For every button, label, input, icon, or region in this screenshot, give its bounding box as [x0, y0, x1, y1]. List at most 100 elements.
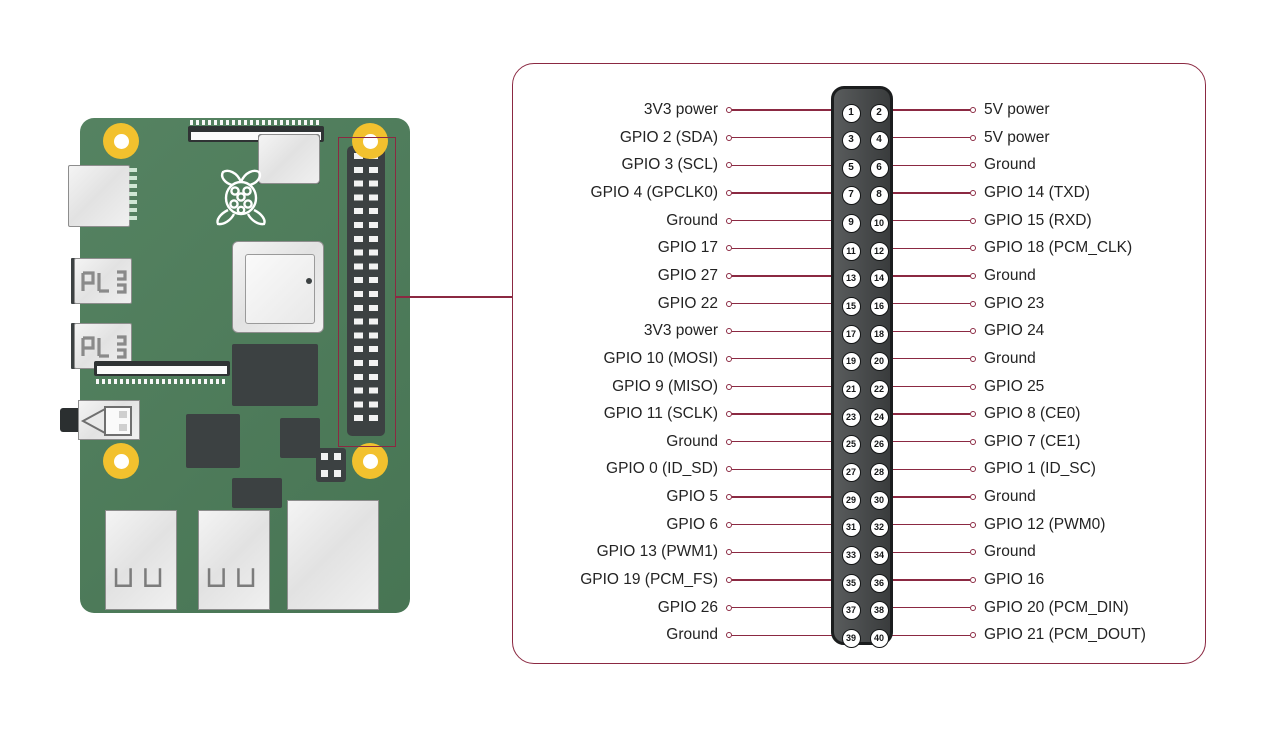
leader-line [732, 330, 832, 332]
pin-number-4[interactable]: 4 [869, 131, 889, 151]
pin-label-row-left: 3V3 power [512, 99, 832, 121]
pin-label-row-left: GPIO 11 (SCLK) [512, 403, 832, 425]
pin-label-row-left: GPIO 17 [512, 237, 832, 259]
pin-number-31[interactable]: 31 [841, 518, 861, 538]
pin-label-row-left: 3V3 power [512, 320, 832, 342]
pin-pair: 9 10 [834, 214, 896, 236]
pin-number-19[interactable]: 19 [841, 352, 861, 372]
pin-number-36[interactable]: 36 [869, 573, 889, 593]
pin-label-1: 3V3 power [643, 101, 718, 118]
leader-line [732, 247, 832, 249]
pin-label-row-right: 5V power [892, 99, 1212, 121]
pin-number-34[interactable]: 34 [869, 545, 889, 565]
pin-label-row-right: Ground [892, 541, 1212, 563]
pin-label-22: GPIO 25 [984, 377, 1045, 395]
pin-number-24[interactable]: 24 [869, 407, 889, 427]
pin-label-row-right: Ground [892, 486, 1212, 508]
pin-label-28: GPIO 1 (ID_SC) [984, 460, 1096, 478]
pin-label-row-right: GPIO 12 (PWM0) [892, 514, 1212, 536]
leader-dot [970, 300, 976, 307]
usb-port-pair-2: ⊔⊔ [198, 510, 270, 610]
pin-label-27: GPIO 0 (ID_SD) [606, 460, 718, 478]
pin-number-6[interactable]: 6 [869, 158, 889, 178]
display-connector-dots [96, 379, 228, 384]
pin-pair: 29 30 [834, 490, 896, 513]
pin-label-16: GPIO 23 [984, 294, 1045, 312]
pin-number-30[interactable]: 30 [869, 490, 889, 510]
leader-line [892, 275, 970, 277]
pin-number-40[interactable]: 40 [869, 628, 889, 648]
pin-number-27[interactable]: 27 [841, 462, 861, 482]
pin-number-7[interactable]: 7 [841, 186, 861, 206]
pin-number-26[interactable]: 26 [869, 435, 889, 455]
pin-label-row-right: Ground [892, 265, 1212, 287]
pin-label-25: Ground [666, 432, 718, 450]
leader-line [892, 385, 970, 388]
pin-number-21[interactable]: 21 [841, 380, 861, 399]
pin-number-14[interactable]: 14 [869, 269, 889, 289]
pin-number-39[interactable]: 39 [841, 628, 861, 648]
leader-dot [970, 134, 976, 141]
pin-number-12[interactable]: 12 [869, 241, 889, 261]
leader-line [892, 358, 970, 360]
leader-dot [970, 272, 976, 279]
pin-number-10[interactable]: 10 [869, 214, 889, 234]
pin-number-20[interactable]: 20 [869, 352, 889, 372]
pin-label-row-right: GPIO 25 [892, 376, 1212, 398]
leader-line [892, 496, 970, 498]
pin-label-row-right: GPIO 15 (RXD) [892, 210, 1212, 232]
pin-number-9[interactable]: 9 [841, 214, 861, 234]
pin-label-34: Ground [984, 543, 1036, 561]
pin-number-33[interactable]: 33 [841, 545, 861, 565]
chip-medium-left [186, 414, 240, 468]
pin-label-row-right: GPIO 20 (PCM_DIN) [892, 597, 1212, 619]
pin-number-38[interactable]: 38 [869, 601, 889, 621]
leader-line [732, 164, 832, 166]
leader-line [732, 551, 832, 554]
pin-label-23: GPIO 11 (SCLK) [603, 405, 718, 423]
pin-label-row-left: GPIO 4 (GPCLK0) [512, 182, 832, 204]
usb-glyph-icon-1: ⊔⊔ [111, 561, 171, 594]
pin-number-32[interactable]: 32 [869, 518, 889, 538]
pin-number-18[interactable]: 18 [869, 324, 889, 344]
pin-pair: 15 16 [834, 297, 896, 319]
pin-number-23[interactable]: 23 [841, 407, 861, 427]
leader-line [892, 219, 970, 222]
pin-number-2[interactable]: 2 [869, 103, 889, 123]
pin-label-row-left: Ground [512, 431, 832, 453]
pin-number-11[interactable]: 11 [841, 241, 861, 261]
pin-label-row-right: GPIO 14 (TXD) [892, 182, 1212, 204]
leader-line [732, 579, 832, 581]
pin-label-row-left: GPIO 19 (PCM_FS) [512, 569, 832, 591]
soc-chip [232, 241, 324, 333]
pin-number-25[interactable]: 25 [841, 435, 861, 455]
pin-number-15[interactable]: 15 [841, 297, 861, 317]
pin-number-35[interactable]: 35 [841, 573, 861, 593]
pin-pair: 33 34 [834, 545, 896, 568]
pin-label-row-left: GPIO 22 [512, 293, 832, 315]
pin-number-29[interactable]: 29 [841, 490, 861, 510]
pin-number-3[interactable]: 3 [841, 131, 861, 151]
pin-number-8[interactable]: 8 [869, 186, 889, 206]
pin-number-1[interactable]: 1 [841, 103, 861, 123]
leader-line [892, 109, 970, 111]
pin-number-16[interactable]: 16 [869, 297, 889, 317]
chip-small [232, 478, 282, 508]
pin-label-21: GPIO 9 (MISO) [612, 377, 718, 395]
pin-pair: 25 26 [834, 435, 896, 457]
pin-label-29: GPIO 5 [666, 488, 718, 506]
pin-pair: 11 12 [834, 241, 896, 264]
pin-number-17[interactable]: 17 [841, 324, 861, 344]
leader-dot [970, 245, 976, 252]
leader-dot [970, 549, 976, 556]
leader-dot [970, 494, 976, 501]
pin-number-13[interactable]: 13 [841, 269, 861, 289]
pin-number-37[interactable]: 37 [841, 601, 861, 621]
pin-number-22[interactable]: 22 [869, 380, 889, 399]
leader-line [732, 413, 832, 415]
pin-number-28[interactable]: 28 [869, 462, 889, 482]
audio-jack-glyph-icon [80, 406, 132, 436]
pin-number-5[interactable]: 5 [841, 158, 861, 178]
leader-dot [970, 383, 976, 390]
raspberry-logo-icon [216, 169, 266, 226]
